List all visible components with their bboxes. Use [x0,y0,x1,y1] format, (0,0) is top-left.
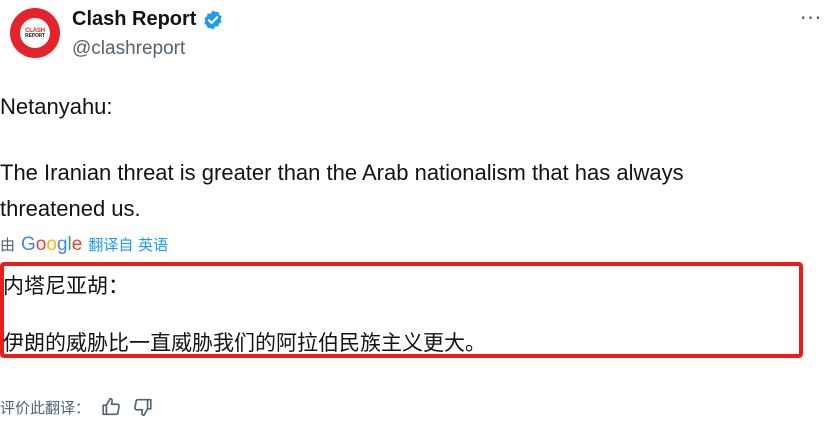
rate-translation-row: 评价此翻译： [0,396,154,418]
tweet-text-line-1: Netanyahu: [0,94,113,119]
thumbs-up-icon[interactable] [100,396,122,418]
rate-translation-label: 评价此翻译： [0,398,91,417]
thumbs-down-icon[interactable] [132,396,154,418]
translation-attribution: 由 Google 翻译自 英语 [0,234,168,256]
translation-line-1: 内塔尼亚胡： [3,274,129,298]
author-name[interactable]: Clash Report [72,8,196,31]
avatar[interactable]: CLASH REPORT [10,8,60,58]
google-letter: G [21,234,36,255]
avatar-text-bottom: REPORT [25,32,45,39]
author-name-row[interactable]: Clash Report [72,8,224,31]
translation-prefix: 由 [0,236,16,254]
translated-from-link[interactable]: 翻译自 英语 [88,234,168,255]
google-letter: o [35,234,47,255]
avatar-logo: CLASH REPORT [20,18,50,48]
author-handle[interactable]: @clashreport [72,38,185,60]
google-letter: g [56,234,68,255]
tweet-text-line-3: threatened us. [0,196,141,221]
translation-line-2: 伊朗的威胁比一直威胁我们的阿拉伯民族主义更大。 [3,331,486,355]
google-logo: Google [21,234,82,256]
more-options-icon[interactable]: ··· [800,6,822,30]
google-letter: o [46,234,57,255]
tweet-text-line-2: The Iranian threat is greater than the A… [0,160,684,185]
google-letter: e [71,234,83,255]
verified-badge-icon [204,9,223,30]
